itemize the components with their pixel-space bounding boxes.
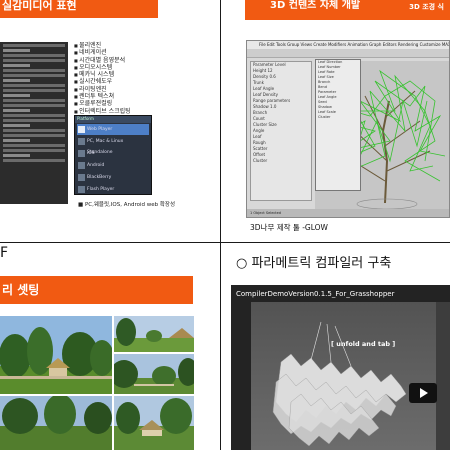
list-item: 오클루젼컬링 <box>74 100 131 107</box>
video-player[interactable]: CompilerDemoVersion0.1.5_For_Grasshopper… <box>231 285 450 450</box>
setting-banner: 리 셋팅 <box>0 276 193 304</box>
list-item: 시간대별 음영분석 <box>74 57 131 64</box>
engine-inspector-screenshot <box>0 42 68 204</box>
realistic-media-banner: 실감미디어 표현 <box>0 0 158 18</box>
3d-content-banner: 3D 컨텐츠 자체 개발 3D 조경 식 <box>245 0 450 20</box>
platform-menu-header: Platform <box>75 116 151 123</box>
video-caption: [ unfold and tab ] <box>331 340 396 348</box>
app-menubar: File Edit Tools Group Views Create Modif… <box>247 41 449 49</box>
platform-item-blackberry[interactable]: BlackBerry <box>77 172 149 183</box>
tree-tool-caption: 3D나무 제작 툴 -GLOW <box>250 223 328 232</box>
list-item: 인터렉티브 스크립팅 <box>74 108 131 115</box>
platform-item-web-player[interactable]: Web Player <box>77 124 149 135</box>
list-item: 네비게이션 <box>74 49 131 56</box>
play-button[interactable] <box>409 383 437 403</box>
park-render-top <box>114 316 194 352</box>
3d-content-banner-sub: 3D 조경 식 <box>409 3 444 11</box>
video-title: CompilerDemoVersion0.1.5_For_Grasshopper <box>236 290 395 298</box>
video-side-panel <box>436 302 450 450</box>
list-item: 라이팅엔진 <box>74 86 131 93</box>
horizontal-divider <box>0 242 450 243</box>
platform-item-standalone[interactable]: PC, Mac & Linux Standalone <box>77 136 149 155</box>
park-render-bottom-right <box>114 396 194 450</box>
tree-settings-dialog: Leaf Direction Leaf Number Leaf Rate Leaf … <box>315 59 361 191</box>
parameter-panel: Parameter Level Height 12 Density 0.6 Trun… <box>250 61 312 201</box>
parametric-compiler-title: ○ 파라메트릭 컴파일러 구축 <box>236 256 392 271</box>
platform-item-ios[interactable]: iOS <box>77 148 149 159</box>
platform-menu: Platform Web Player PC, Mac & Linux Stan… <box>74 115 152 195</box>
3d-content-banner-title: 3D 컨텐츠 자체 개발 <box>270 0 361 11</box>
platform-item-android[interactable]: Android <box>77 160 149 171</box>
section-letter: F <box>0 245 9 261</box>
3d-tree-tool-screenshot: File Edit Tools Group Views Create Modif… <box>246 40 450 218</box>
park-render-main <box>0 316 112 394</box>
platform-footnote: ■ PC,웨블릿,IOS, Android web 확장성 <box>78 202 176 208</box>
feature-list: 물리엔진 네비게이션 시간대별 음영분석 오디오시스템 메카닉 시스템 실시간쉐… <box>74 42 131 115</box>
platform-item-flash[interactable]: Flash Player <box>77 184 149 194</box>
park-render-bottom-left <box>0 396 112 450</box>
app-status-bar: 1 Object Selected <box>247 209 449 217</box>
list-item: 실시간쉐도우 <box>74 78 131 85</box>
app-toolbar <box>247 49 449 58</box>
vertical-divider <box>220 0 221 450</box>
unfolded-panels-illustration <box>272 321 407 447</box>
video-frame <box>251 302 436 450</box>
park-render-middle <box>114 354 194 394</box>
